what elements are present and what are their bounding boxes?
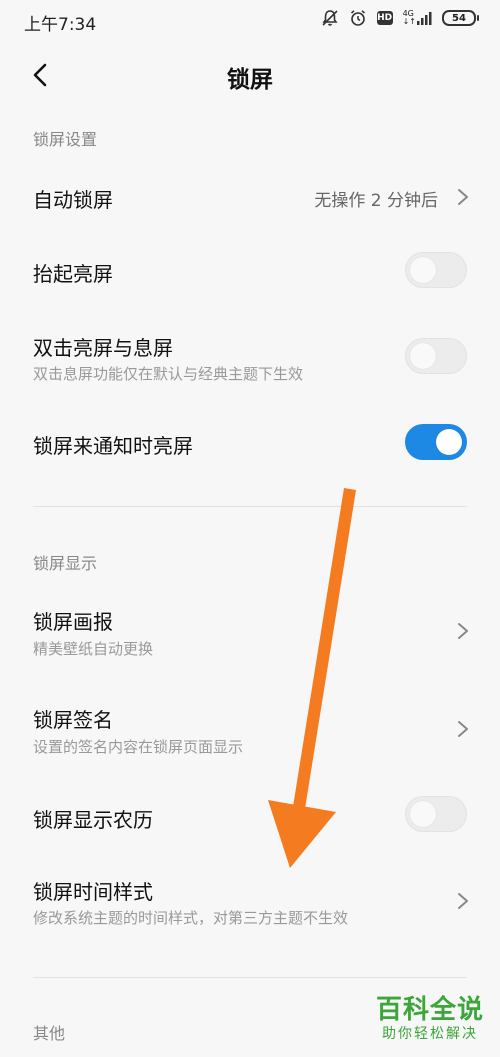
chevron-right-icon bbox=[458, 893, 468, 909]
battery-icon: 54 bbox=[442, 10, 479, 26]
setting-label: 锁屏时间样式 bbox=[33, 880, 153, 904]
chevron-right-icon bbox=[458, 623, 468, 639]
watermark-logo: 百科全说 助你轻松解决 bbox=[376, 995, 484, 1043]
setting-label: 抬起亮屏 bbox=[33, 262, 113, 286]
setting-wake-on-notification[interactable]: 锁屏来通知时亮屏 bbox=[0, 404, 500, 480]
chevron-right-icon bbox=[458, 721, 468, 737]
network-type-label: 4G ↓↑ bbox=[402, 9, 416, 26]
signal-icon: 4G ↓↑ bbox=[403, 10, 432, 26]
lunar-calendar-toggle[interactable] bbox=[405, 796, 467, 832]
header: 锁屏 bbox=[0, 50, 500, 102]
setting-label: 双击亮屏与息屏 bbox=[33, 336, 173, 360]
setting-description: 设置的签名内容在锁屏页面显示 bbox=[33, 738, 244, 756]
toggle-knob bbox=[410, 343, 436, 369]
setting-description: 修改系统主题的时间样式，对第三方主题不生效 bbox=[33, 909, 349, 927]
hd-voice-icon: HD bbox=[376, 11, 393, 25]
setting-description: 精美壁纸自动更换 bbox=[33, 640, 154, 658]
chevron-right-icon bbox=[458, 189, 468, 205]
setting-label: 锁屏签名 bbox=[33, 708, 113, 732]
raise-to-wake-toggle[interactable] bbox=[405, 252, 467, 288]
setting-signature[interactable]: 锁屏签名 设置的签名内容在锁屏页面显示 bbox=[0, 682, 500, 774]
toggle-knob bbox=[436, 429, 462, 455]
setting-label: 锁屏来通知时亮屏 bbox=[33, 434, 193, 458]
setting-description: 双击息屏功能仅在默认与经典主题下生效 bbox=[33, 365, 304, 383]
section-divider bbox=[33, 977, 467, 978]
section-divider bbox=[33, 506, 467, 507]
setting-label: 自动锁屏 bbox=[33, 188, 113, 212]
setting-lunar-calendar[interactable]: 锁屏显示农历 bbox=[0, 778, 500, 854]
mute-bell-icon bbox=[321, 9, 339, 27]
status-icons: HD 4G ↓↑ 54 bbox=[321, 9, 479, 27]
section-title-lock-settings: 锁屏设置 bbox=[33, 130, 98, 149]
section-title-lock-display: 锁屏显示 bbox=[33, 554, 98, 573]
setting-double-tap[interactable]: 双击亮屏与息屏 双击息屏功能仅在默认与经典主题下生效 bbox=[0, 312, 500, 404]
page-title: 锁屏 bbox=[227, 67, 273, 93]
toggle-knob bbox=[410, 801, 436, 827]
section-title-other: 其他 bbox=[33, 1024, 66, 1043]
setting-value: 无操作 2 分钟后 bbox=[314, 191, 438, 211]
setting-wallpaper-carousel[interactable]: 锁屏画报 精美壁纸自动更换 bbox=[0, 584, 500, 676]
setting-auto-lock[interactable]: 自动锁屏 无操作 2 分钟后 bbox=[0, 160, 500, 232]
watermark-sub-text: 助你轻松解决 bbox=[381, 1026, 478, 1042]
setting-label: 锁屏画报 bbox=[33, 610, 113, 634]
setting-raise-to-wake[interactable]: 抬起亮屏 bbox=[0, 232, 500, 308]
status-bar: 上午7:34 HD 4G ↓↑ 54 bbox=[0, 0, 500, 40]
setting-clock-style[interactable]: 锁屏时间样式 修改系统主题的时间样式，对第三方主题不生效 bbox=[0, 856, 500, 948]
setting-label: 锁屏显示农历 bbox=[33, 808, 153, 832]
alarm-icon bbox=[349, 9, 367, 27]
double-tap-toggle[interactable] bbox=[405, 338, 467, 374]
status-time: 上午7:34 bbox=[24, 15, 97, 35]
wake-on-notification-toggle[interactable] bbox=[405, 424, 467, 460]
toggle-knob bbox=[410, 257, 436, 283]
watermark-main-text: 百科全说 bbox=[375, 995, 484, 1025]
